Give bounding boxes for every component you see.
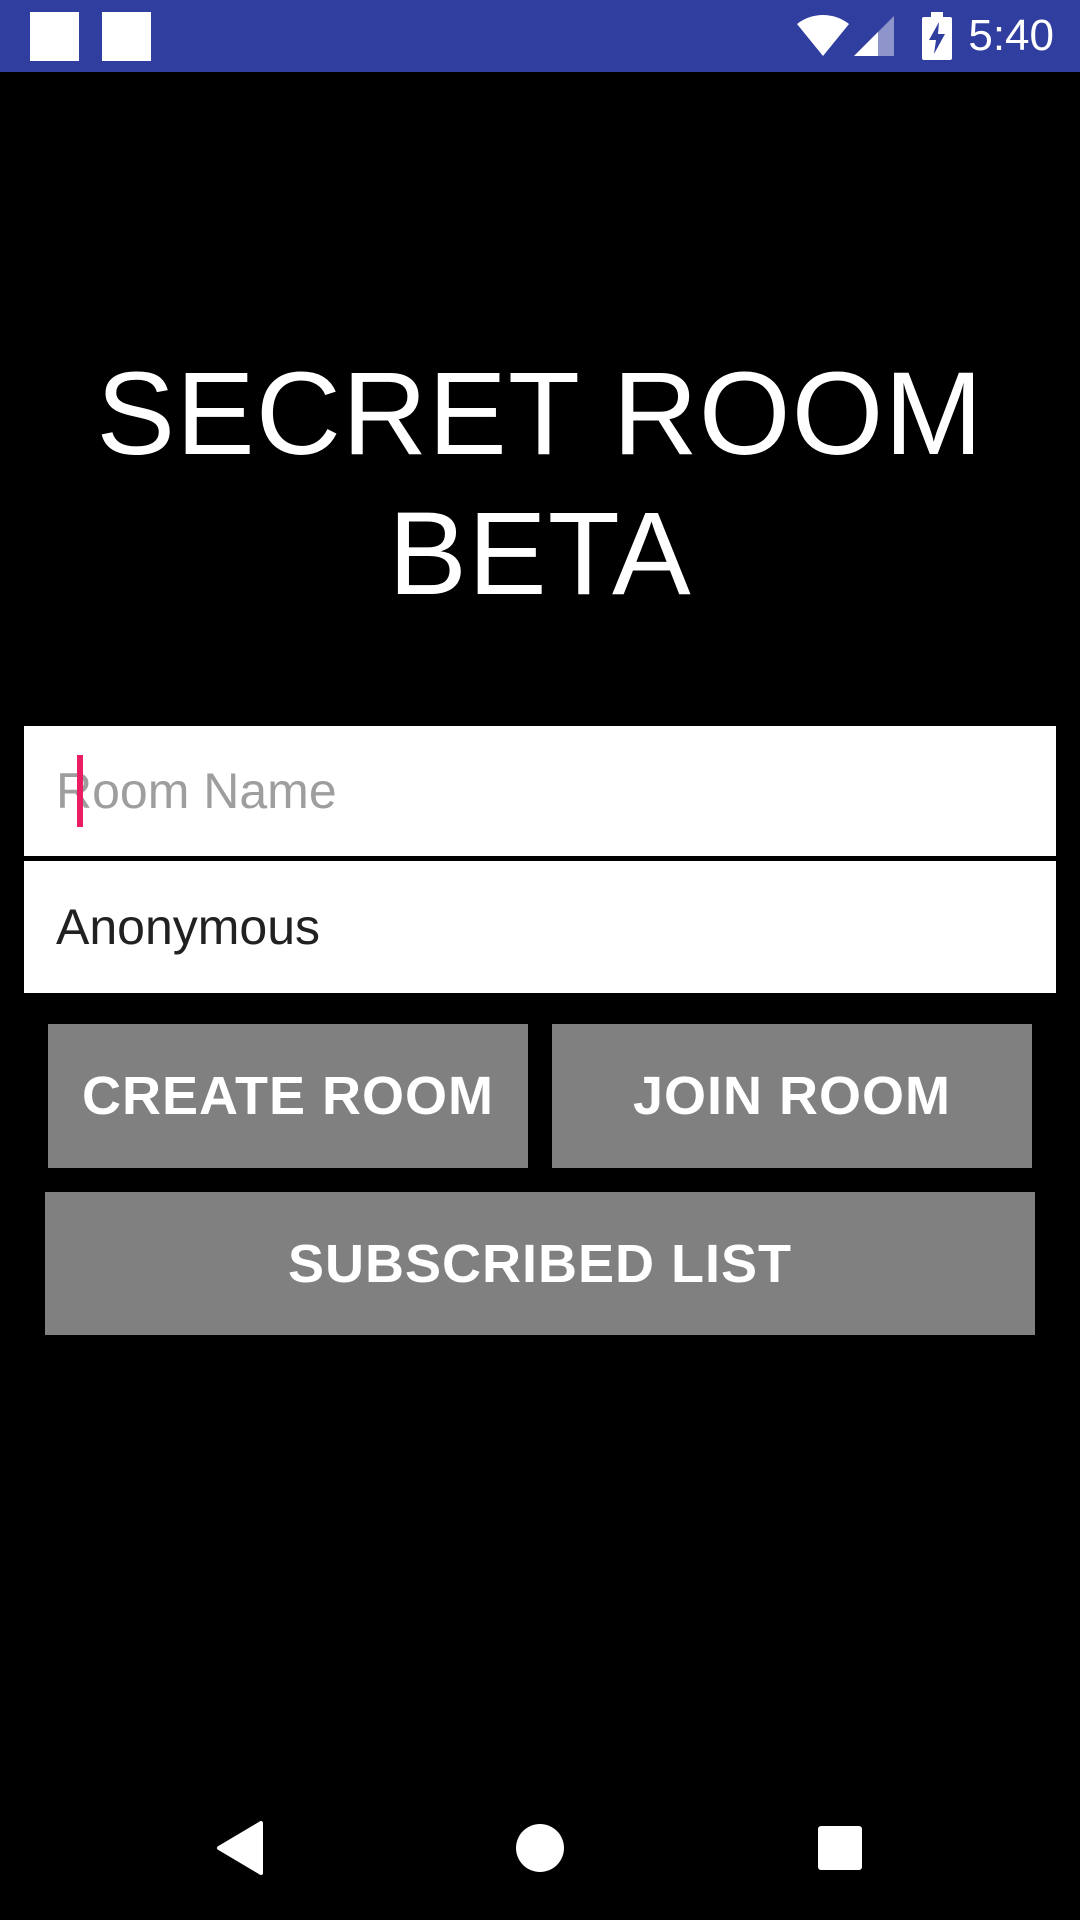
recent-apps-icon <box>818 1826 862 1870</box>
notification-square-icon <box>102 12 151 61</box>
app-title: SECRET ROOM BETA <box>0 344 1080 624</box>
status-bar: 5:40 <box>0 0 1080 72</box>
home-icon <box>516 1824 564 1872</box>
room-name-field[interactable] <box>24 726 1056 858</box>
app-title-line1: SECRET ROOM <box>96 348 984 480</box>
signal-icon <box>854 16 894 56</box>
recent-apps-button[interactable] <box>790 1798 890 1898</box>
back-icon <box>217 1821 263 1875</box>
user-name-field[interactable] <box>24 861 1056 993</box>
app-title-line2: BETA <box>388 488 692 620</box>
battery-charging-icon <box>922 12 952 60</box>
text-cursor <box>77 755 83 827</box>
join-room-button[interactable]: JOIN ROOM <box>552 1024 1032 1168</box>
screen: 5:40 SECRET ROOM BETA CREATE ROOM JOIN R… <box>0 0 1080 1920</box>
create-room-button[interactable]: CREATE ROOM <box>48 1024 528 1168</box>
user-name-input[interactable] <box>24 861 1056 993</box>
wifi-icon <box>797 15 849 56</box>
back-button[interactable] <box>190 1798 290 1898</box>
status-clock: 5:40 <box>968 11 1054 60</box>
room-name-input[interactable] <box>24 726 1056 856</box>
navigation-bar <box>0 1776 1080 1920</box>
subscribed-list-button[interactable]: SUBSCRIBED LIST <box>45 1192 1035 1335</box>
home-button[interactable] <box>490 1798 590 1898</box>
notification-square-icon <box>30 12 79 61</box>
